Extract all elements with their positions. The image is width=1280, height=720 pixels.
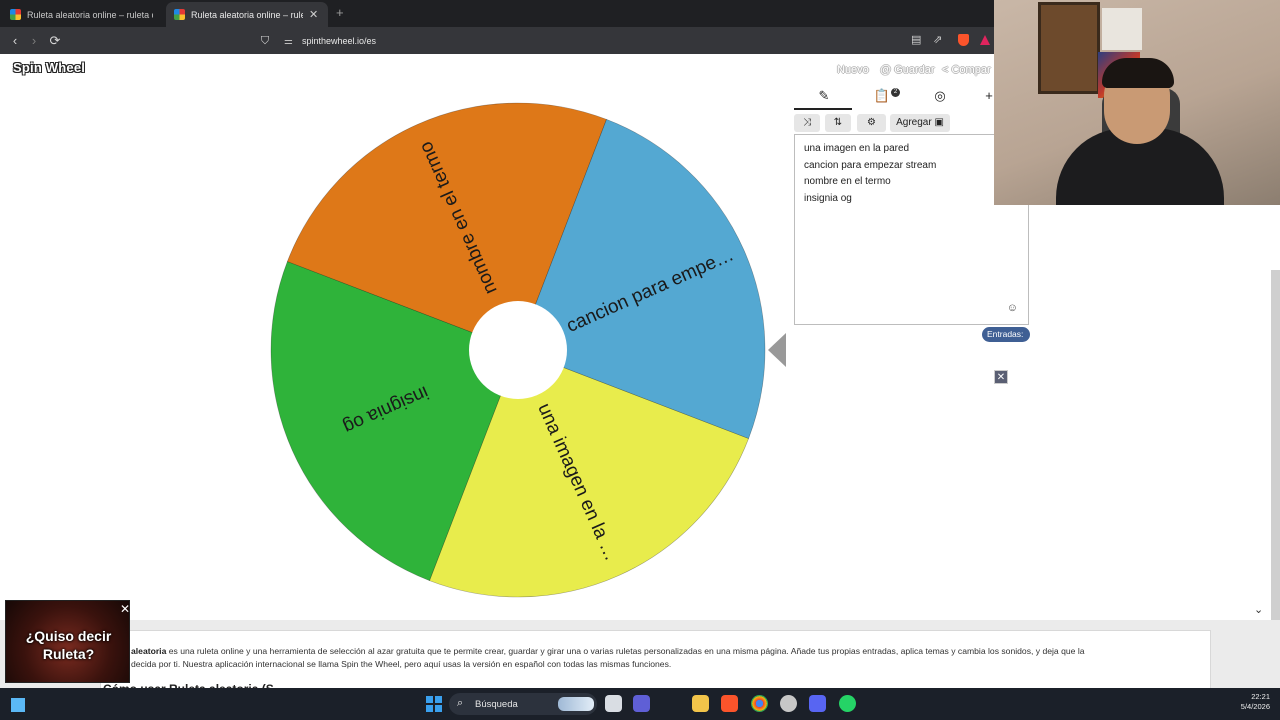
chevron-down-icon[interactable]: ⌄ [1254,603,1263,616]
entry-line: nombre en el termo [804,176,891,188]
entry-line: insignia og [804,193,852,205]
sort-button[interactable]: ⇅ [825,114,851,132]
forward-icon[interactable]: › [25,32,43,50]
wheel-favicon-icon [10,9,21,20]
wheel-pointer-icon [768,333,786,367]
edit-tab-pencil-icon[interactable]: ✎ [815,88,833,106]
close-ad-icon[interactable]: ✕ [120,602,129,616]
entry-line: una imagen en la pared [804,143,910,154]
search-label: Búsqueda [475,699,518,710]
add-image-label: Agregar [896,117,932,128]
page-scrollbar[interactable] [1271,270,1280,620]
site-logo[interactable]: Spin Wheel [13,60,85,75]
teams-icon[interactable] [633,695,650,712]
results-count-badge: 2 [891,88,900,97]
new-button[interactable]: Nuevo [837,64,869,76]
active-tab-underline [794,108,852,110]
wall-paper [1102,8,1142,50]
task-view-icon[interactable] [605,695,622,712]
reload-icon[interactable]: ⟳ [46,32,64,50]
discord-icon[interactable] [809,695,826,712]
emoji-picker-icon[interactable]: ☺ [1007,302,1018,314]
results-tab-clipboard-icon[interactable]: 📋 [873,88,891,106]
description-line-2: decida por ti. Nuestra aplicación intern… [131,659,672,669]
widgets-icon[interactable] [11,698,25,712]
chrome-icon[interactable] [751,695,768,712]
new-tab-button[interactable]: + [336,5,344,20]
whatsapp-icon[interactable] [839,695,856,712]
webcam-overlay [994,0,1280,205]
search-icon: ⌕ [457,697,464,709]
site-settings-icon[interactable]: ⚌ [284,36,293,47]
wheel-favicon-icon [174,9,185,20]
close-popup-icon[interactable]: ✕ [994,370,1008,384]
close-tab-icon[interactable]: ✕ [309,8,318,21]
bookmark-icon[interactable]: ⛉ [256,32,274,50]
system-clock[interactable]: 22:21 5/4/2026 [1234,692,1270,712]
settings-gear-icon[interactable]: ⚙ [857,114,886,132]
add-image-button[interactable]: Agregar ▣ [890,114,950,132]
tab-title: Ruleta aleatoria online – ruleta de la [27,9,153,20]
shuffle-button[interactable]: ⤨ [794,114,820,132]
save-label: Guardar [894,64,935,76]
browser-tab-1[interactable]: Ruleta aleatoria online – ruleta de la [2,2,164,27]
url-text: spinthewheel.io/es [301,36,377,46]
clock-date: 5/4/2026 [1240,702,1270,711]
back-icon[interactable]: ‹ [6,32,24,50]
browser-tab-2[interactable]: Ruleta aleatoria online – ruleta d ✕ [166,2,328,27]
share-label: Compar [951,64,991,76]
clock-time: 22:21 [1251,692,1270,701]
windows-start-icon[interactable] [426,696,442,712]
spin-wheel[interactable]: una imagen en la …insignia ognombre en e… [260,94,800,614]
address-bar[interactable]: ⚌ spinthewheel.io/es [284,33,376,49]
image-icon: ▣ [934,117,944,128]
brave-rewards-icon[interactable] [980,35,990,45]
share-button[interactable]: < Compar [942,64,991,76]
entry-count-badge: Entradas: 4 [982,327,1030,354]
wheel-center[interactable] [469,301,567,399]
description-line-1: es una ruleta online y una herramienta d… [166,646,1085,656]
bold-term: aleatoria [131,646,167,656]
search-highlight-image [558,697,594,711]
person-hair [1102,58,1174,88]
ad-popup[interactable]: ¿Quiso decir Ruleta? ✕ [5,600,130,683]
save-button[interactable]: @ Guardar [880,64,935,76]
entry-line: cancion para empezar stream [804,159,937,171]
brave-icon[interactable] [721,695,738,712]
wall-picture [1038,2,1100,94]
share-icon[interactable]: ⇗ [933,33,942,46]
reader-mode-icon[interactable]: ▤ [911,33,921,46]
brave-shields-icon[interactable] [958,34,969,46]
tab-title: Ruleta aleatoria online – ruleta d [191,9,303,20]
file-explorer-icon[interactable] [692,695,709,712]
settings-gear-icon[interactable] [780,695,797,712]
hide-tab-eye-slash-icon[interactable]: ◎ [931,88,949,106]
ad-text: ¿Quiso decir Ruleta? [25,628,112,662]
description-text: aleatoria es una ruleta online y una her… [131,645,1181,671]
